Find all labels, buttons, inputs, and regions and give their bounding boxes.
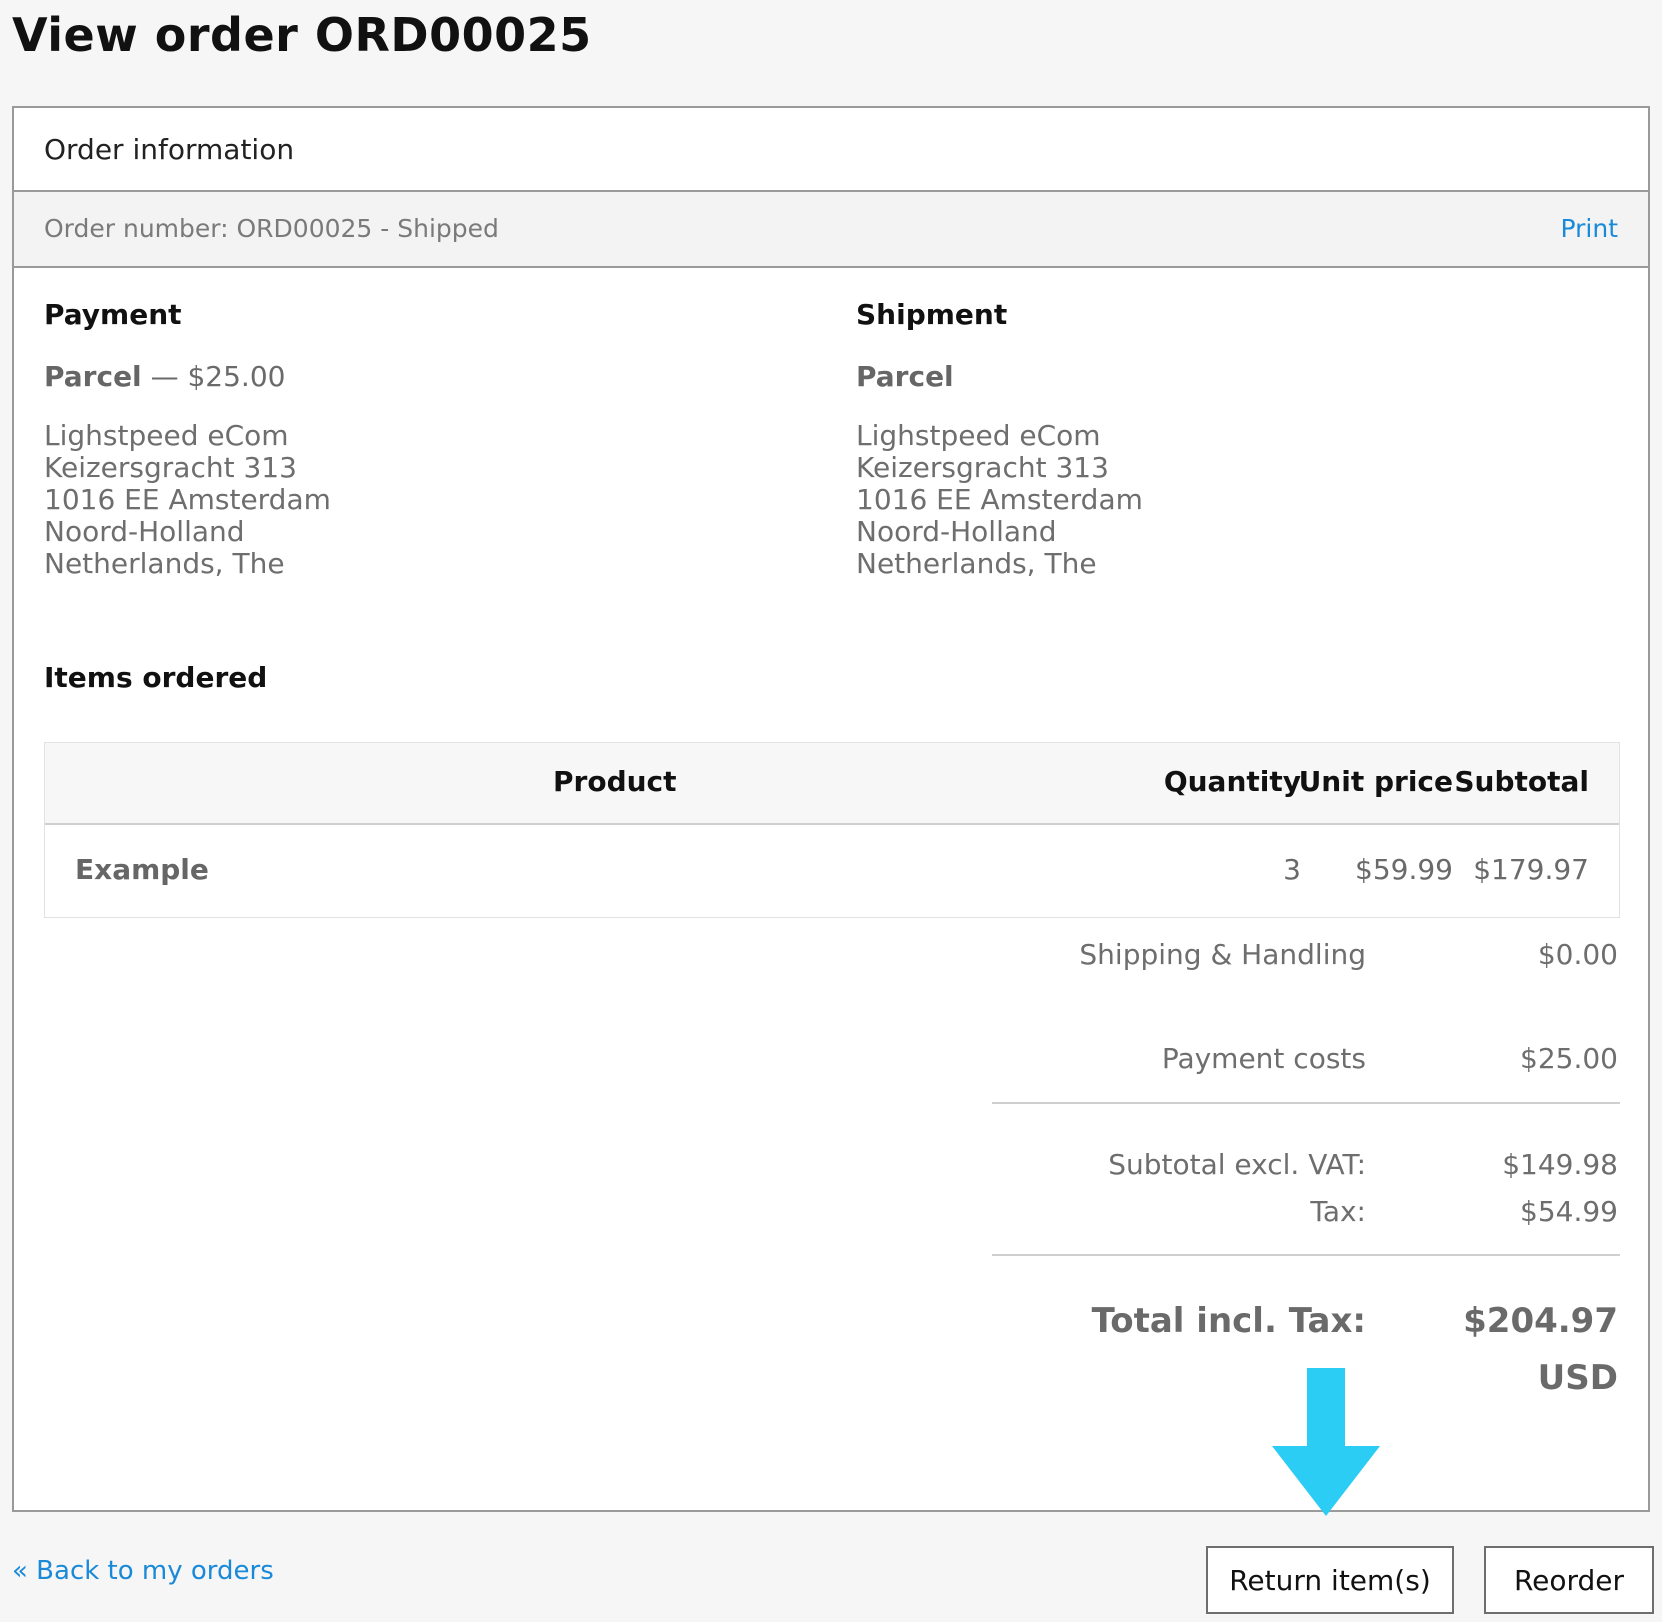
- shipment-address-line: Netherlands, The: [856, 547, 1097, 580]
- arrow-down-icon: [1272, 1368, 1380, 1516]
- payment-address-line: Netherlands, The: [44, 547, 285, 580]
- shipment-address-line: Keizersgracht 313: [856, 451, 1109, 484]
- payment-address-line: Noord-Holland: [44, 515, 245, 548]
- shipment-address-line: 1016 EE Amsterdam: [856, 483, 1143, 516]
- panel-header: Order information: [14, 108, 1648, 192]
- order-number-status: Order number: ORD00025 - Shipped: [44, 214, 499, 243]
- payment-method: Parcel — $25.00: [44, 360, 285, 393]
- shipment-address-line: Noord-Holland: [856, 515, 1057, 548]
- items-table-header: Product Quantity Unit price Subtotal: [45, 743, 1619, 825]
- payment-costs-label: Payment costs: [1161, 1042, 1366, 1075]
- column-header-quantity: Quantity: [1163, 765, 1301, 798]
- payment-method-amount: $25.00: [187, 360, 286, 393]
- item-product-name: Example: [75, 853, 209, 886]
- items-ordered-heading: Items ordered: [44, 661, 268, 694]
- shipment-address-line: Lighstpeed eCom: [856, 419, 1101, 452]
- column-header-product: Product: [553, 765, 677, 798]
- payment-address-line: Lighstpeed eCom: [44, 419, 289, 452]
- shipping-handling-label: Shipping & Handling: [1079, 938, 1366, 971]
- item-quantity: 3: [1283, 853, 1301, 886]
- payment-address-line: Keizersgracht 313: [44, 451, 297, 484]
- reorder-button[interactable]: Reorder: [1484, 1546, 1654, 1614]
- currency-code: USD: [1537, 1358, 1618, 1398]
- payment-heading: Payment: [44, 298, 182, 331]
- order-status-bar: Order number: ORD00025 - Shipped Print: [14, 192, 1648, 268]
- total-incl-tax-value: $204.97: [1463, 1301, 1618, 1341]
- shipment-address: Lighstpeed eCom Keizersgracht 313 1016 E…: [856, 420, 1143, 580]
- totals-divider: [992, 1254, 1620, 1256]
- total-incl-tax-label: Total incl. Tax:: [1091, 1301, 1366, 1341]
- column-header-subtotal: Subtotal: [1454, 765, 1589, 798]
- totals-divider: [992, 1102, 1620, 1104]
- payment-method-name: Parcel: [44, 360, 142, 393]
- items-table: Product Quantity Unit price Subtotal Exa…: [44, 742, 1620, 918]
- shipment-method: Parcel: [856, 360, 954, 393]
- item-unit-price: $59.99: [1355, 853, 1453, 886]
- column-header-unit-price: Unit price: [1298, 765, 1453, 798]
- panel-header-title: Order information: [44, 133, 295, 166]
- shipment-heading: Shipment: [856, 298, 1008, 331]
- tax-value: $54.99: [1520, 1195, 1618, 1228]
- order-information-panel: Order information Order number: ORD00025…: [12, 106, 1650, 1512]
- subtotal-excl-vat-value: $149.98: [1502, 1148, 1618, 1181]
- payment-method-separator: —: [141, 360, 188, 393]
- shipping-handling-value: $0.00: [1537, 938, 1618, 971]
- item-subtotal: $179.97: [1473, 853, 1589, 886]
- tax-label: Tax:: [1310, 1195, 1366, 1228]
- payment-address-line: 1016 EE Amsterdam: [44, 483, 331, 516]
- back-to-orders-link[interactable]: « Back to my orders: [12, 1556, 274, 1586]
- payment-address: Lighstpeed eCom Keizersgracht 313 1016 E…: [44, 420, 331, 580]
- shipment-method-name: Parcel: [856, 360, 954, 393]
- page-title: View order ORD00025: [12, 8, 592, 62]
- print-link[interactable]: Print: [1560, 214, 1618, 243]
- return-items-button[interactable]: Return item(s): [1206, 1546, 1454, 1614]
- subtotal-excl-vat-label: Subtotal excl. VAT:: [1108, 1148, 1366, 1181]
- payment-costs-value: $25.00: [1520, 1042, 1618, 1075]
